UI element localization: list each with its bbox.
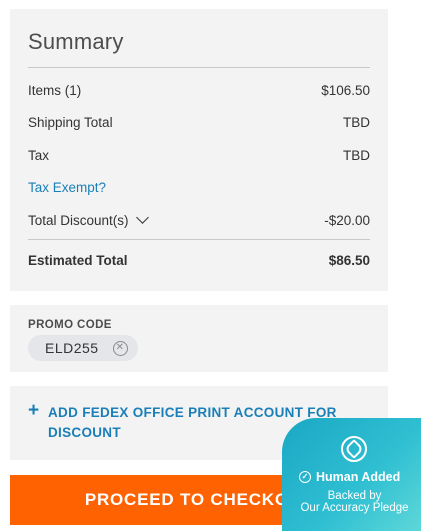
discount-value: -$20.00 <box>324 213 370 228</box>
remove-promo-icon[interactable]: ✕ <box>112 340 128 356</box>
tax-value: TBD <box>343 148 370 163</box>
plus-icon[interactable]: + <box>28 401 39 420</box>
promo-code-label: PROMO CODE <box>28 319 112 331</box>
estimated-total-row: Estimated Total $86.50 <box>28 253 370 268</box>
check-circle-icon: ✓ <box>299 471 311 483</box>
items-label: Items (1) <box>28 83 82 98</box>
summary-title: Summary <box>28 29 124 54</box>
tax-label: Tax <box>28 148 50 163</box>
shipping-label: Shipping Total <box>28 115 113 130</box>
discount-label: Total Discount(s) <box>28 213 129 228</box>
chevron-down-icon[interactable] <box>135 211 149 224</box>
pledge-shield-icon <box>341 436 367 462</box>
promo-code-value: ELD255 <box>45 340 99 356</box>
discount-row[interactable]: Total Discount(s) -$20.00 <box>28 211 370 228</box>
discount-toggle[interactable]: Total Discount(s) <box>28 211 149 228</box>
promo-code-chip: ELD255 ✕ <box>28 335 138 361</box>
accuracy-pledge-text: Our Accuracy Pledge <box>300 502 409 514</box>
tax-row: Tax TBD <box>28 148 370 163</box>
human-added-text: Human Added <box>316 470 401 484</box>
shipping-row: Shipping Total TBD <box>28 115 370 130</box>
tax-exempt-link[interactable]: Tax Exempt? <box>28 180 106 195</box>
backed-by-text: Backed by <box>327 490 382 502</box>
shipping-value: TBD <box>343 115 370 130</box>
items-value: $106.50 <box>321 83 370 98</box>
promo-code-card: PROMO CODE ELD255 ✕ <box>10 305 388 372</box>
estimated-total-value: $86.50 <box>328 253 370 268</box>
summary-divider-top <box>28 67 370 68</box>
items-row: Items (1) $106.50 <box>28 83 370 98</box>
accuracy-pledge-badge[interactable]: ✓ Human Added Backed by Our Accuracy Ple… <box>282 418 421 531</box>
human-added-line: ✓ Human Added <box>299 470 400 484</box>
estimated-total-label: Estimated Total <box>28 253 128 268</box>
tax-exempt-row: Tax Exempt? <box>28 180 370 195</box>
order-summary-card: Summary Items (1) $106.50 Shipping Total… <box>10 9 388 291</box>
summary-divider-bottom <box>28 239 370 240</box>
